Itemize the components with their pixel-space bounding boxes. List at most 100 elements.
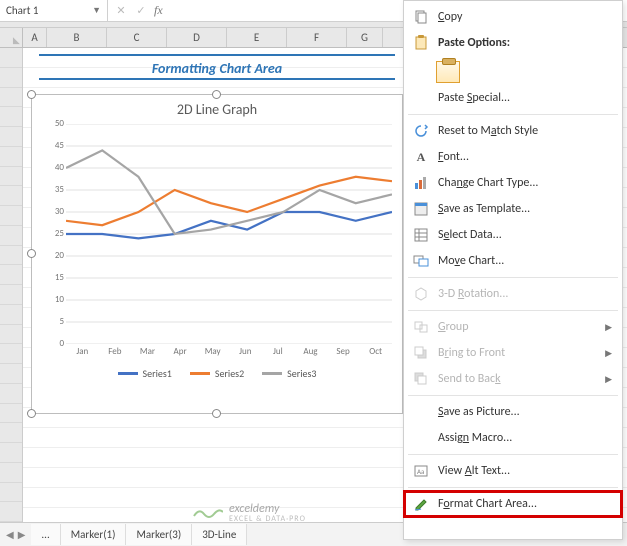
chevron-right-icon: ▶	[605, 322, 612, 333]
row-head[interactable]	[0, 226, 22, 246]
menu-view-alt-text[interactable]: Aa View Alt Text...View Alt Text...	[404, 458, 622, 484]
row-head[interactable]	[0, 404, 22, 424]
menu-select-data[interactable]: Select Data...Select Data...	[404, 222, 622, 248]
x-tick: Aug	[294, 346, 327, 357]
row-head[interactable]	[0, 285, 22, 305]
row-head[interactable]	[0, 344, 22, 364]
x-tick: Jan	[66, 346, 99, 357]
row-head[interactable]	[0, 443, 22, 463]
resize-handle-icon[interactable]	[27, 409, 36, 418]
menu-label: Font...Font...	[438, 150, 612, 164]
menu-font[interactable]: A Font...Font...	[404, 144, 622, 170]
col-head[interactable]: D	[167, 28, 227, 47]
chart-plot-area[interactable]: 05101520253035404550	[66, 124, 392, 344]
col-head[interactable]: E	[227, 28, 287, 47]
menu-save-as-picture[interactable]: Save as Picture...Save as Picture...	[404, 399, 622, 425]
row-head[interactable]	[0, 305, 22, 325]
row-head[interactable]	[0, 186, 22, 206]
menu-label: Bring to FrontBring to Front	[438, 346, 597, 360]
enter-icon: ✓	[134, 4, 148, 17]
menu-paste-options-header: Paste Options:	[404, 30, 622, 56]
legend-label: Series2	[215, 367, 244, 380]
sheet-tab[interactable]: Marker(1)	[61, 524, 127, 545]
resize-handle-icon[interactable]	[212, 90, 221, 99]
col-head[interactable]: B	[47, 28, 107, 47]
row-head[interactable]	[0, 483, 22, 503]
menu-format-chart-area[interactable]: Format Chart Area...Format Chart Area...	[404, 491, 622, 517]
menu-paste-special[interactable]: Paste Special...Paste Special...	[404, 85, 622, 111]
cube-icon	[412, 286, 430, 302]
tab-next-icon: ▶	[18, 528, 26, 541]
tab-nav[interactable]: ◀▶	[0, 528, 31, 541]
col-head[interactable]: G	[347, 28, 383, 47]
wave-icon	[193, 506, 223, 520]
menu-label: Assign Macro...Assign Macro...	[438, 431, 612, 445]
row-head[interactable]	[0, 384, 22, 404]
context-menu: CCopyopy Paste Options: Paste Special...…	[403, 0, 623, 540]
menu-assign-macro[interactable]: Assign Macro...Assign Macro...	[404, 425, 622, 451]
menu-change-chart-type[interactable]: Change Chart Type...Change Chart Type...	[404, 170, 622, 196]
menu-label: CCopyopy	[438, 10, 612, 24]
menu-bring-to-front: Bring to FrontBring to Front ▶	[404, 340, 622, 366]
row-head[interactable]	[0, 68, 22, 88]
legend-label: Series3	[287, 367, 316, 380]
legend-item[interactable]: Series1	[118, 367, 172, 380]
menu-separator	[408, 114, 618, 115]
row-head[interactable]	[0, 147, 22, 167]
name-box-value: Chart 1	[6, 4, 39, 17]
clipboard-icon[interactable]	[436, 61, 460, 83]
menu-label: Paste Special...Paste Special...	[438, 91, 612, 105]
row-head[interactable]	[0, 88, 22, 108]
format-icon	[412, 496, 430, 512]
row-head[interactable]	[0, 48, 22, 68]
row-head[interactable]	[0, 423, 22, 443]
name-box[interactable]: Chart 1 ▼	[0, 0, 108, 21]
select-all-triangle[interactable]	[0, 28, 23, 47]
send-back-icon	[412, 371, 430, 387]
resize-handle-icon[interactable]	[27, 90, 36, 99]
row-head[interactable]	[0, 502, 22, 522]
x-tick: Sep	[327, 346, 360, 357]
menu-separator	[408, 395, 618, 396]
sheet-tab[interactable]: ...	[31, 524, 60, 545]
menu-label: 3-D Rotation...3-D Rotation...	[438, 287, 612, 301]
row-head[interactable]	[0, 206, 22, 226]
row-head[interactable]	[0, 463, 22, 483]
chart-object[interactable]: 2D Line Graph 05101520253035404550 JanFe…	[31, 94, 403, 414]
chevron-down-icon[interactable]: ▼	[92, 5, 101, 16]
menu-copy[interactable]: CCopyopy	[404, 4, 622, 30]
font-icon: A	[412, 149, 430, 165]
menu-reset-match-style[interactable]: Reset to Match StyleReset to Match Style	[404, 118, 622, 144]
row-head[interactable]	[0, 246, 22, 266]
sheet-tab[interactable]: 3D-Line	[192, 524, 247, 545]
group-icon	[412, 319, 430, 335]
row-head[interactable]	[0, 265, 22, 285]
legend-item[interactable]: Series2	[190, 367, 244, 380]
chevron-right-icon: ▶	[605, 374, 612, 385]
menu-move-chart[interactable]: Move Chart...Move Chart...	[404, 248, 622, 274]
copy-icon	[412, 9, 430, 25]
col-head[interactable]: C	[107, 28, 167, 47]
chart-legend[interactable]: Series1 Series2 Series3	[32, 367, 402, 380]
select-data-icon	[412, 227, 430, 243]
legend-swatch-icon	[118, 372, 138, 375]
fx-label[interactable]: fx	[154, 3, 163, 18]
sheet-tab[interactable]: Marker(3)	[126, 524, 192, 545]
menu-label: Select Data...Select Data...	[438, 228, 612, 242]
y-axis: 05101520253035404550	[36, 124, 64, 344]
menu-group: GroupGroup ▶	[404, 314, 622, 340]
legend-item[interactable]: Series3	[262, 367, 316, 380]
row-head[interactable]	[0, 167, 22, 187]
menu-save-template[interactable]: Save as Template...Save as Template...	[404, 196, 622, 222]
legend-label: Series1	[143, 367, 172, 380]
col-head[interactable]: A	[23, 28, 47, 47]
menu-send-to-back: Send to BackSend to Back ▶	[404, 366, 622, 392]
resize-handle-icon[interactable]	[27, 249, 36, 258]
row-head[interactable]	[0, 325, 22, 345]
row-head[interactable]	[0, 127, 22, 147]
paste-option-button[interactable]	[404, 56, 622, 85]
row-head[interactable]	[0, 107, 22, 127]
col-head[interactable]: F	[287, 28, 347, 47]
resize-handle-icon[interactable]	[212, 409, 221, 418]
row-head[interactable]	[0, 364, 22, 384]
